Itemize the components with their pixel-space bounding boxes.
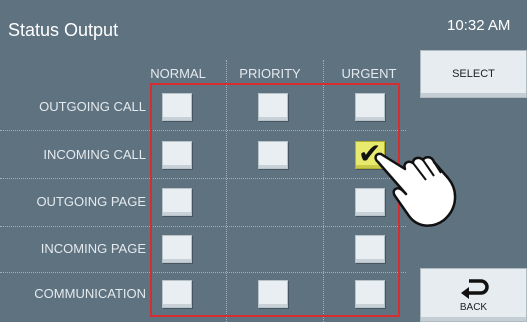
page-title: Status Output xyxy=(8,20,119,40)
column-header-urgent: URGENT xyxy=(341,66,397,81)
back-button[interactable]: BACK xyxy=(420,268,527,322)
select-button[interactable]: SELECT xyxy=(420,50,527,98)
row-label: OUTGOING PAGE xyxy=(36,194,146,209)
back-label: BACK xyxy=(459,302,488,313)
status-output-screen: Status Output 10:32 AM NORMAL PRIORITY U… xyxy=(0,0,527,322)
pointing-hand-icon xyxy=(374,152,457,227)
clock-time: 10:32 AM xyxy=(447,17,511,34)
column-header-normal: NORMAL xyxy=(150,66,206,81)
row-label: OUTGOING CALL xyxy=(39,99,146,114)
column-header-priority: PRIORITY xyxy=(239,66,301,81)
row-label: INCOMING CALL xyxy=(43,147,146,162)
row-label: COMMUNICATION xyxy=(34,286,146,301)
highlight-frame xyxy=(150,83,400,317)
row-label: INCOMING PAGE xyxy=(40,241,146,256)
back-arrow-icon xyxy=(461,279,489,299)
